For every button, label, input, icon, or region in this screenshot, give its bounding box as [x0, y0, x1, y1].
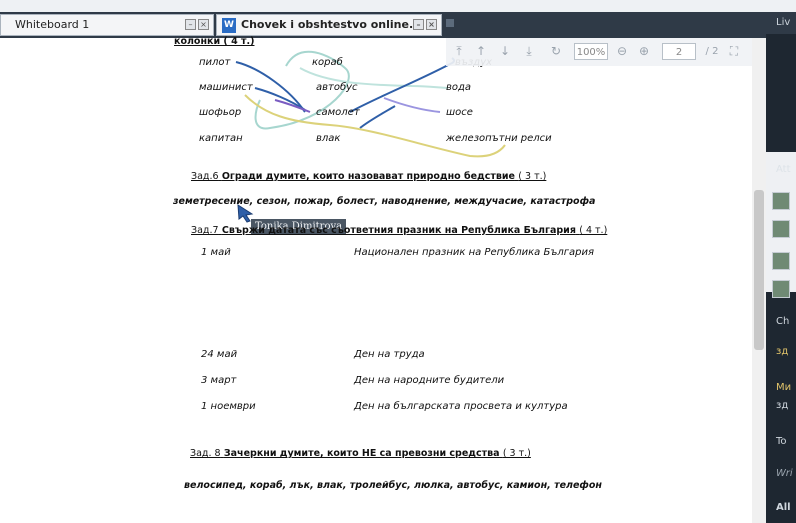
- task7-heading: Зад.7 Свържи датата със съответния празн…: [191, 225, 607, 236]
- page-total: / 2: [705, 46, 719, 57]
- holiday-4: Ден на българската просвета и култура: [354, 401, 568, 412]
- rotate-icon[interactable]: ↻: [548, 43, 564, 60]
- scrollbar-thumb[interactable]: [754, 190, 764, 350]
- date-4: 1 ноември: [201, 401, 256, 412]
- chat-message-2: Ми: [776, 382, 792, 393]
- previous-page-icon[interactable]: ↑: [474, 43, 488, 60]
- vertical-scrollbar[interactable]: [752, 38, 766, 523]
- date-1: 1 май: [201, 247, 231, 258]
- pointer-arrow-icon: [237, 204, 254, 223]
- zoom-out-icon[interactable]: ⊖: [614, 43, 630, 60]
- task7-number: Зад.7: [191, 225, 219, 236]
- last-page-icon[interactable]: ⤓: [522, 43, 536, 60]
- page-number-input[interactable]: 2: [662, 43, 696, 60]
- task7-points: ( 4 т.): [579, 225, 608, 236]
- user-avatar-3[interactable]: [772, 252, 790, 270]
- holiday-3: Ден на народните будители: [354, 375, 505, 386]
- document-toolbar: ⤒ ↑ ↓ ⤓ ↻ 100% ⊖ ⊕ 2 / 2 ⛶: [446, 38, 752, 66]
- zoom-level[interactable]: 100%: [574, 43, 608, 60]
- chat-to-label: To: [776, 436, 787, 447]
- chat-recipient-all[interactable]: All: [766, 502, 796, 513]
- task8-word-list: велосипед, кораб, лък, влак, тролейбус, …: [184, 480, 602, 491]
- fit-page-icon[interactable]: ⛶: [726, 43, 742, 60]
- pointer-layer: [237, 204, 254, 223]
- task8-number: Зад. 8: [190, 448, 221, 459]
- chat-message-1: зд: [776, 346, 789, 357]
- zoom-in-icon[interactable]: ⊕: [636, 43, 652, 60]
- first-page-icon[interactable]: ⤒: [452, 43, 466, 60]
- right-panel-header: Liv: [766, 12, 796, 34]
- chat-heading: Ch: [776, 316, 790, 327]
- app-window: Whiteboard 1 – × W Chovek i obshtestvo o…: [0, 0, 796, 523]
- date-3: 3 март: [201, 375, 237, 386]
- chat-input[interactable]: Wri: [766, 468, 796, 479]
- user-avatar-2[interactable]: [772, 220, 790, 238]
- task8-title: Зачеркни думите, които НЕ са превозни ср…: [223, 448, 500, 459]
- chat-message-3: зд: [776, 400, 789, 411]
- task8-heading: Зад. 8 Зачеркни думите, които НЕ са прев…: [190, 448, 531, 459]
- user-avatar-4[interactable]: [772, 280, 790, 298]
- attendees-heading: Att: [776, 164, 791, 175]
- next-page-icon[interactable]: ↓: [498, 43, 512, 60]
- task8-points: ( 3 т.): [502, 448, 531, 459]
- user-avatar-1[interactable]: [772, 192, 790, 210]
- holiday-1: Национален празник на Република България: [354, 247, 595, 258]
- holiday-2: Ден на труда: [354, 349, 425, 360]
- date-2: 24 май: [201, 349, 238, 360]
- task7-title: Свържи датата със съответния празник на …: [221, 225, 576, 236]
- right-side-panel: Liv Att Ch зд Ми зд To Wri All: [766, 12, 796, 523]
